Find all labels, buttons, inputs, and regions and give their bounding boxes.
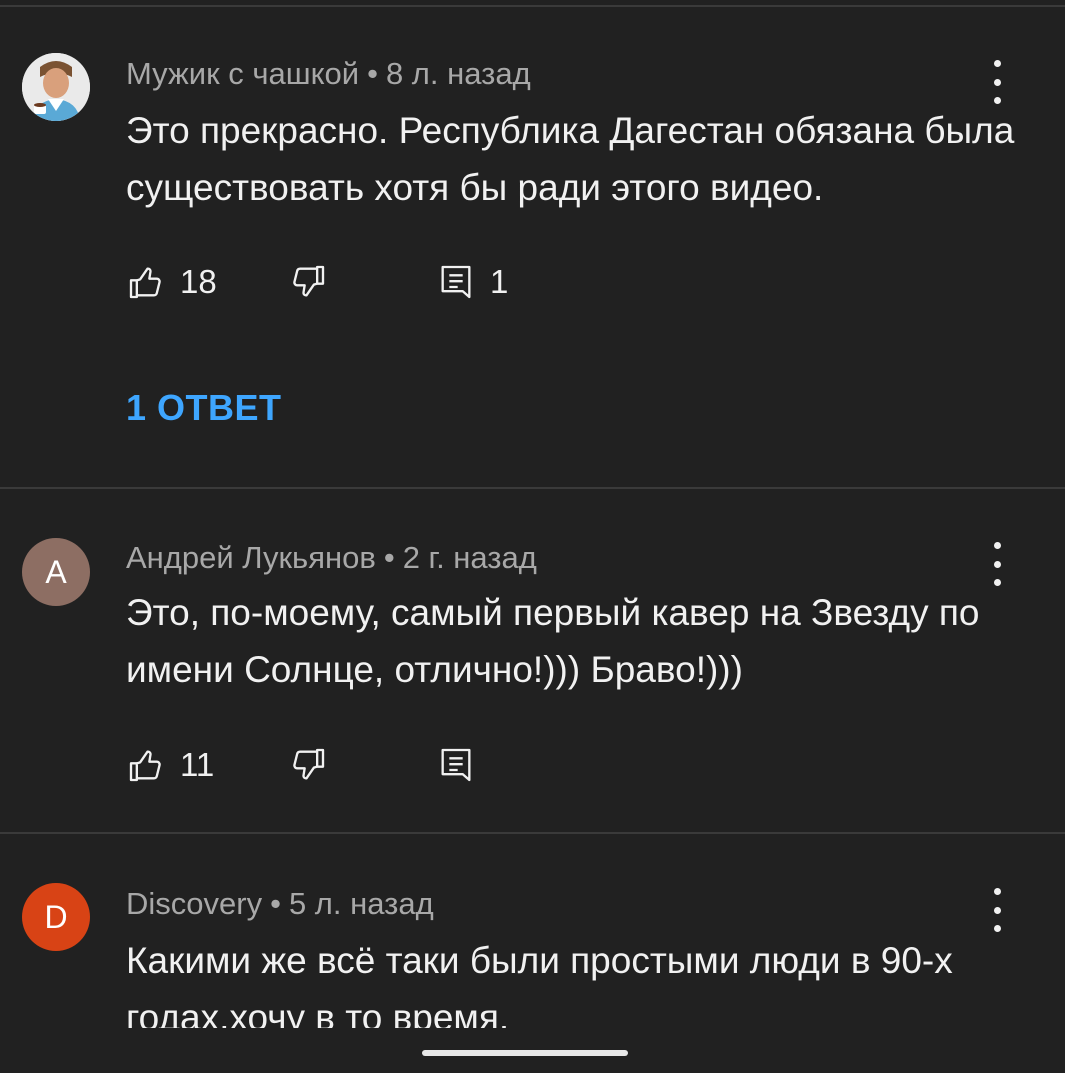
comment-text: Это прекрасно. Республика Дагестан обяза… (126, 110, 1015, 208)
top-divider (0, 5, 1065, 7)
author-name[interactable]: Мужик с чашкой (126, 56, 359, 91)
menu-dot (993, 542, 1001, 549)
comment-divider (0, 487, 1065, 489)
avatar-letter: D (44, 898, 68, 935)
comment-time: 8 л. назад (385, 56, 531, 91)
more-options-button[interactable] (980, 542, 1014, 586)
home-indicator[interactable] (422, 1050, 628, 1056)
view-replies-link[interactable]: 1 ОТВЕТ (126, 387, 282, 429)
comment-divider (0, 832, 1065, 834)
thumbs-up-icon (129, 750, 161, 782)
menu-dot (993, 925, 1001, 932)
reply-comment-icon (441, 748, 471, 782)
thumbs-down-icon (293, 748, 325, 780)
meta-separator: • (270, 886, 281, 921)
comment-time: 2 г. назад (402, 540, 537, 575)
menu-dot (993, 906, 1001, 914)
dislike-button[interactable] (288, 262, 328, 302)
comment-text: Это, по-моему, самый первый кавер на Зве… (126, 592, 980, 690)
author-name[interactable]: Андрей Лукьянов (126, 540, 376, 575)
comments-screen: Мужик с чашкой • 8 л. назад Это прекрасно.… (0, 0, 1065, 1073)
reply-button[interactable]: 1 (436, 262, 508, 302)
meta-separator: • (383, 540, 395, 575)
like-count: 11 (180, 746, 215, 783)
meta-separator: • (367, 56, 378, 91)
avatar[interactable]: D (22, 883, 90, 951)
reply-comment-icon (441, 265, 471, 299)
comment-header: Андрей Лукьянов • 2 г. назад (126, 540, 537, 576)
like-button[interactable]: 18 (126, 262, 217, 302)
reply-count: 1 (490, 263, 509, 300)
comment-header: Мужик с чашкой • 8 л. назад (126, 56, 531, 92)
avatar-letter: A (45, 553, 67, 590)
dislike-button[interactable] (288, 745, 328, 785)
menu-dot (993, 78, 1001, 86)
menu-dot (993, 888, 1001, 895)
menu-dot (993, 560, 1001, 568)
comment-header: Discovery • 5 л. назад (126, 886, 434, 922)
more-options-button[interactable] (980, 888, 1014, 932)
thumbs-up-icon (129, 267, 161, 299)
reply-button[interactable] (436, 745, 476, 785)
avatar-photo-icon (22, 53, 90, 121)
like-button[interactable]: 11 (126, 745, 214, 785)
thumbs-down-icon (293, 265, 325, 297)
avatar[interactable]: A (22, 538, 90, 606)
author-name[interactable]: Discovery (126, 886, 262, 921)
menu-dot (993, 60, 1001, 67)
avatar[interactable] (22, 53, 90, 121)
like-count: 18 (180, 263, 217, 300)
comment-time: 5 л. назад (288, 886, 434, 921)
more-options-button[interactable] (980, 60, 1014, 104)
